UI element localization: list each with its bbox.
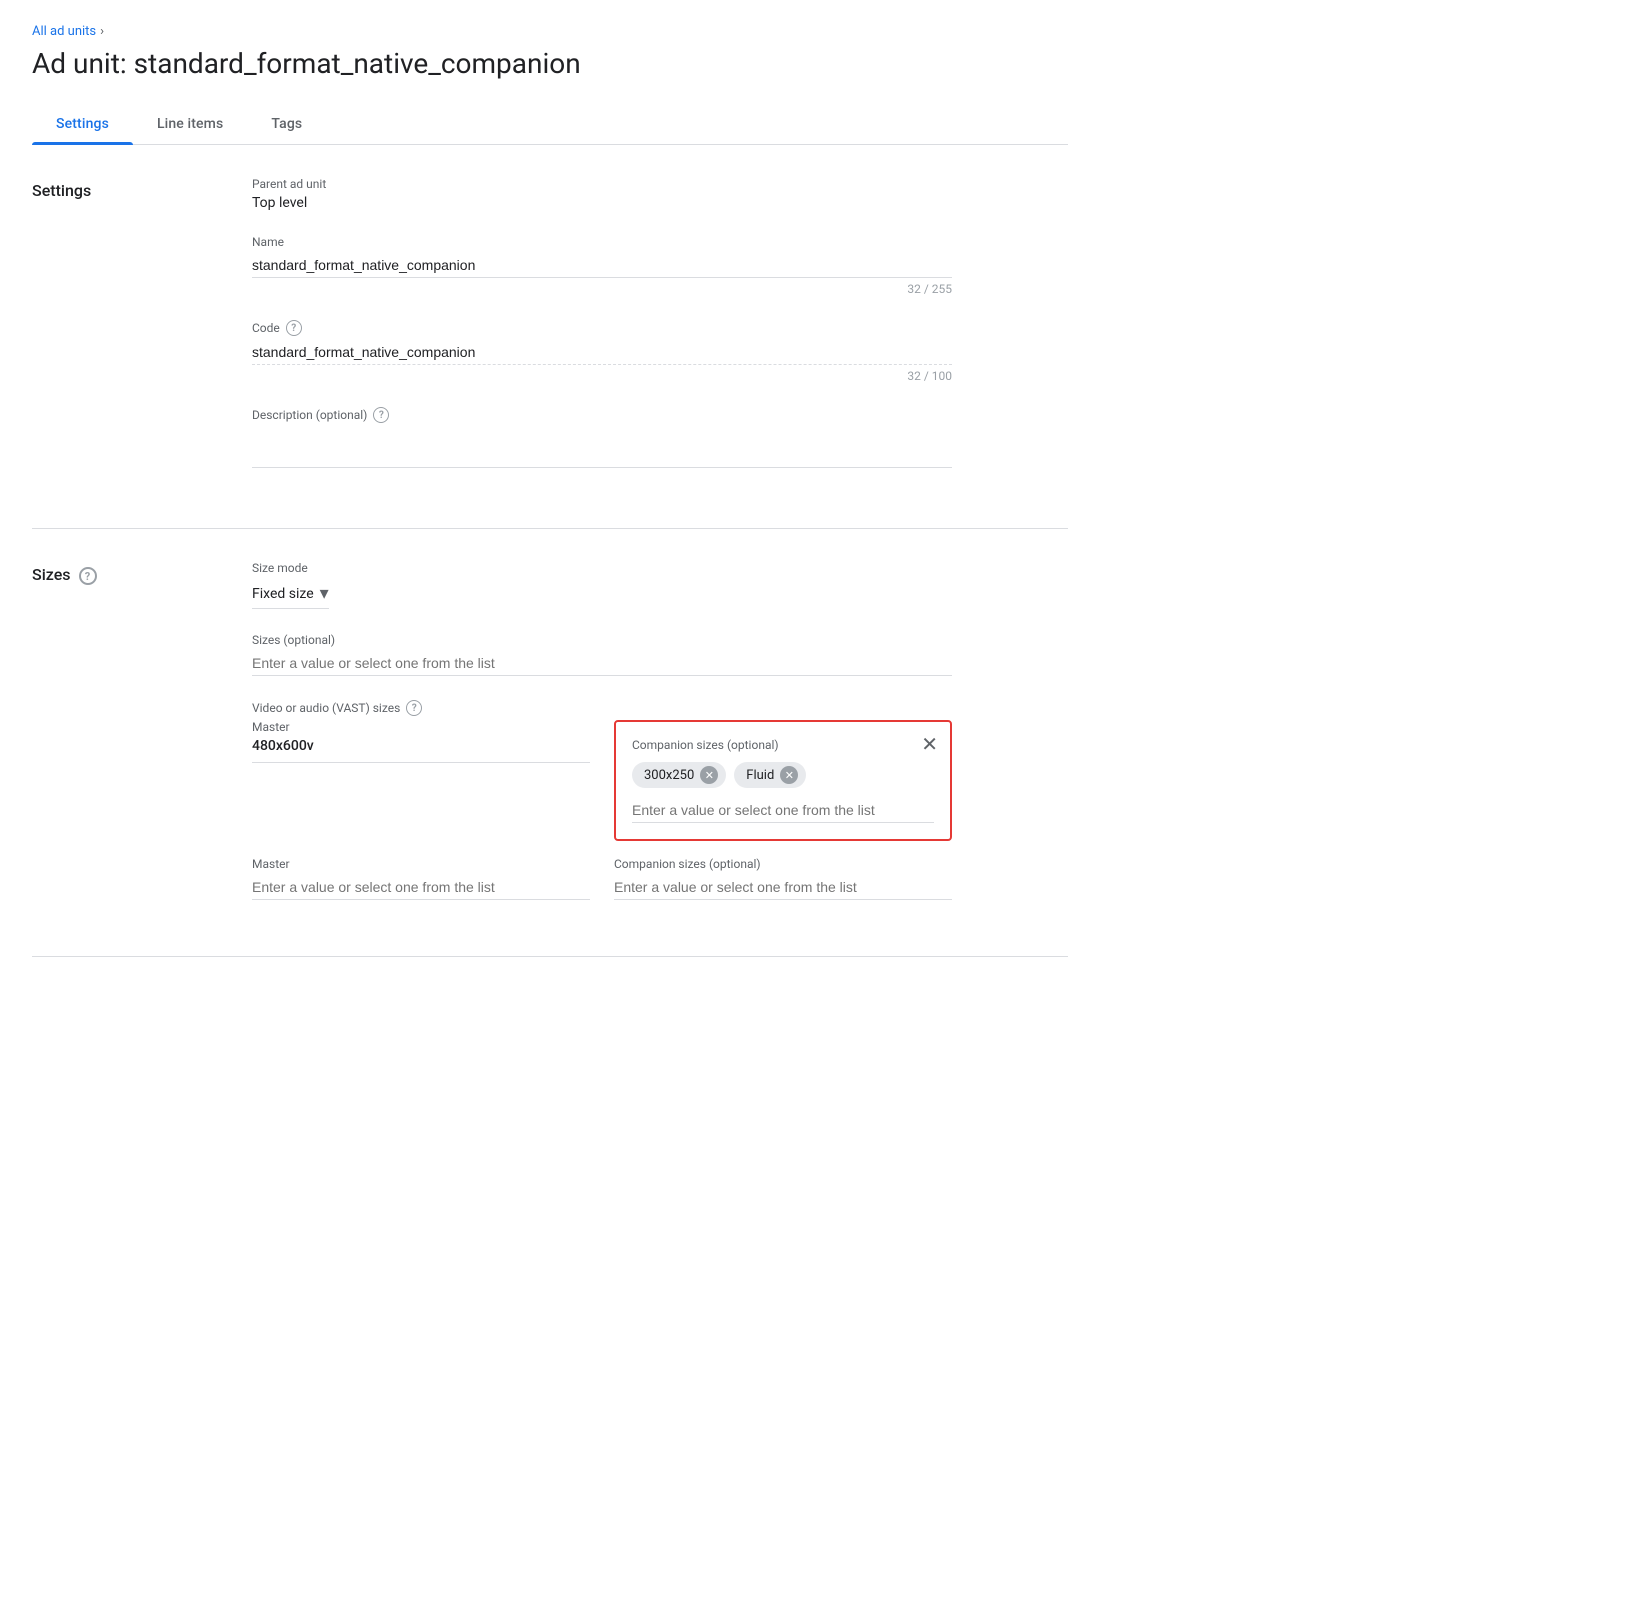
vast-companion-input-2[interactable] — [614, 875, 952, 900]
vast-master-value-1: 480x600v — [252, 738, 590, 754]
sizes-section: Sizes ? Size mode Fixed size ▾ Sizes (op… — [32, 529, 1068, 957]
tab-settings[interactable]: Settings — [32, 104, 133, 144]
parent-ad-unit-value: Top level — [252, 195, 952, 211]
parent-ad-unit-label: Parent ad unit — [252, 177, 952, 191]
vast-row-1: Master 480x600v Companion sizes (optiona… — [252, 720, 952, 841]
description-label: Description (optional) ? — [252, 407, 952, 423]
vast-companion-block-2: Companion sizes (optional) — [614, 857, 952, 900]
vast-master-label-1: Master — [252, 720, 590, 734]
sizes-help-icon[interactable]: ? — [79, 567, 97, 585]
vast-sizes-field: Video or audio (VAST) sizes ? Master 480… — [252, 700, 952, 900]
code-help-icon[interactable]: ? — [286, 320, 302, 336]
sizes-optional-input[interactable] — [252, 651, 952, 676]
size-mode-label: Size mode — [252, 561, 952, 575]
tabs-bar: Settings Line items Tags — [32, 104, 1068, 145]
description-input[interactable] — [252, 427, 952, 468]
description-help-icon[interactable]: ? — [373, 407, 389, 423]
companion-tag-fluid-label: Fluid — [746, 768, 774, 783]
settings-section: Settings Parent ad unit Top level Name 3… — [32, 145, 1068, 529]
companion-popup-close[interactable]: ✕ — [921, 734, 938, 754]
companion-input[interactable] — [632, 798, 934, 823]
vast-master-input-2[interactable] — [252, 875, 590, 900]
companion-popup-label: Companion sizes (optional) — [632, 738, 934, 752]
companion-tag-300x250-remove[interactable]: ✕ — [700, 766, 718, 784]
size-mode-dropdown-arrow: ▾ — [320, 583, 329, 604]
parent-ad-unit-field: Parent ad unit Top level — [252, 177, 952, 211]
vast-row-2: Master Companion sizes (optional) — [252, 857, 952, 900]
companion-tag-fluid-remove[interactable]: ✕ — [780, 766, 798, 784]
companion-popup: Companion sizes (optional) 300x250 ✕ Flu… — [614, 720, 952, 841]
breadcrumb[interactable]: All ad units › — [32, 24, 1068, 39]
size-mode-field: Size mode Fixed size ▾ — [252, 561, 952, 609]
breadcrumb-label: All ad units — [32, 24, 96, 39]
tab-line-items[interactable]: Line items — [133, 104, 247, 144]
vast-help-icon[interactable]: ? — [406, 700, 422, 716]
companion-tags-row: 300x250 ✕ Fluid ✕ — [632, 762, 934, 788]
vast-master-block-1: Master 480x600v — [252, 720, 590, 763]
vast-master-block-2: Master — [252, 857, 590, 900]
name-char-count: 32 / 255 — [252, 282, 952, 296]
companion-tag-300x250-label: 300x250 — [644, 768, 694, 783]
sizes-content: Size mode Fixed size ▾ Sizes (optional) … — [252, 561, 952, 924]
code-input[interactable] — [252, 340, 952, 365]
name-label: Name — [252, 235, 952, 249]
description-field: Description (optional) ? — [252, 407, 952, 472]
code-label: Code ? — [252, 320, 952, 336]
name-input[interactable] — [252, 253, 952, 278]
tab-tags[interactable]: Tags — [247, 104, 326, 144]
sizes-optional-label: Sizes (optional) — [252, 633, 952, 647]
vast-companion-label-2: Companion sizes (optional) — [614, 857, 952, 871]
sizes-section-label: Sizes ? — [32, 561, 252, 924]
sizes-optional-field: Sizes (optional) — [252, 633, 952, 676]
companion-tag-fluid: Fluid ✕ — [734, 762, 806, 788]
size-mode-dropdown[interactable]: Fixed size ▾ — [252, 579, 329, 609]
code-char-count: 32 / 100 — [252, 369, 952, 383]
companion-tag-300x250: 300x250 ✕ — [632, 762, 726, 788]
page-title: Ad unit: standard_format_native_companio… — [32, 47, 1068, 80]
vast-label: Video or audio (VAST) sizes ? — [252, 700, 952, 716]
name-field: Name 32 / 255 — [252, 235, 952, 296]
settings-content: Parent ad unit Top level Name 32 / 255 C… — [252, 177, 952, 496]
breadcrumb-chevron: › — [100, 24, 104, 39]
size-mode-value: Fixed size — [252, 586, 314, 602]
settings-section-label: Settings — [32, 177, 252, 496]
code-field: Code ? 32 / 100 — [252, 320, 952, 383]
vast-master-label-2: Master — [252, 857, 590, 871]
